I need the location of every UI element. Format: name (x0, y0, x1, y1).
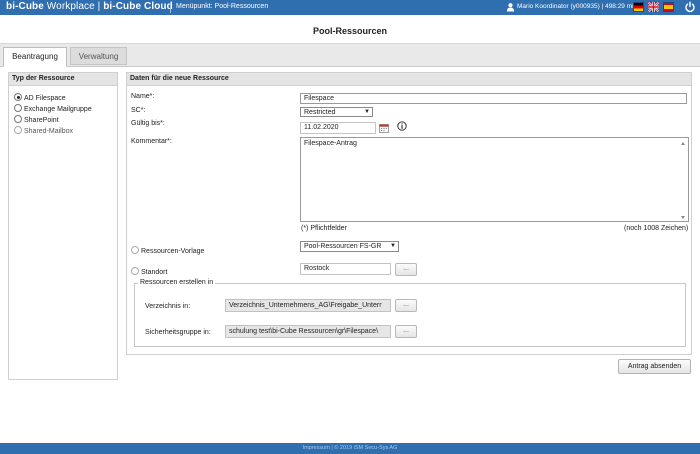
sc-select-value: Restricted (304, 109, 336, 116)
valid-until-label: Gültig bis*: (131, 120, 165, 127)
security-group-label: Sicherheitsgruppe in: (145, 329, 211, 336)
sc-label: SC*: (131, 107, 146, 114)
sc-select[interactable]: Restricted ▼ (300, 107, 373, 117)
valid-until-input[interactable]: 11.02.2020 (300, 122, 376, 134)
chevron-down-icon: ▼ (389, 242, 397, 251)
directory-input[interactable]: Verzeichnis_Unternehmens_AG\Freigabe_Unt… (225, 299, 391, 312)
location-browse-button[interactable]: ... (395, 263, 417, 276)
radio-button[interactable] (131, 267, 139, 275)
power-icon[interactable] (684, 1, 696, 13)
template-label: Ressourcen-Vorlage (141, 248, 205, 255)
resource-type-heading: Typ der Ressource (9, 73, 117, 86)
flag-de-icon[interactable] (633, 2, 644, 12)
app-brand: bi-Cube Workplace | bi-Cube Cloud (6, 1, 173, 12)
name-input[interactable]: Filespace (300, 93, 687, 104)
info-icon[interactable] (397, 121, 407, 131)
comment-text: Filespace-Antrag (304, 140, 357, 147)
page-title: Pool-Ressourcen (312, 26, 388, 36)
required-note: (*) Pflichtfelder (301, 225, 347, 232)
radio-sharepoint[interactable]: SharePoint (14, 115, 59, 125)
chevron-down-icon: ▼ (364, 109, 370, 115)
flag-es-icon[interactable] (663, 2, 674, 12)
user-info[interactable]: Mario Koordinator (y000935) | 498:29 min (517, 3, 637, 10)
brand-cloud: bi-Cube Cloud (103, 1, 173, 12)
directory-browse-button[interactable]: ... (395, 299, 417, 312)
create-in-group-label: Ressourcen erstellen in (138, 279, 216, 286)
brand-bicube: bi-Cube (6, 1, 44, 12)
chars-remaining: (noch 1008 Zeichen) (624, 225, 689, 232)
location-input[interactable]: Rostock (300, 263, 391, 275)
radio-label: AD Filespace (24, 95, 66, 102)
calendar-icon[interactable] (379, 123, 389, 133)
radio-label: Exchange Mailgruppe (24, 106, 92, 113)
form-heading: Daten für die neue Ressource (127, 73, 691, 86)
radio-template[interactable]: Ressourcen-Vorlage (131, 246, 204, 256)
tab-beantragung[interactable]: Beantragung (3, 47, 67, 67)
flag-en-icon[interactable] (648, 2, 659, 12)
footer[interactable]: Impressum | © 2019 iSM Secu-Sys AG (0, 443, 700, 454)
comment-label: Kommentar*: (131, 138, 172, 145)
security-group-input[interactable]: schulung test\bi-Cube Ressourcen\gr\File… (225, 325, 391, 338)
location-label: Standort (141, 269, 168, 276)
radio-ad-filespace[interactable]: AD Filespace (14, 93, 66, 103)
comment-textarea[interactable]: Filespace-Antrag (300, 137, 689, 222)
name-label: Name*: (131, 93, 155, 100)
radio-button[interactable] (14, 93, 22, 101)
top-bar: bi-Cube Workplace | bi-Cube Cloud Menüpu… (0, 0, 700, 15)
security-group-browse-button[interactable]: ... (395, 325, 417, 338)
menu-breadcrumb: Menüpunkt: Pool-Ressourcen (176, 3, 269, 10)
radio-button[interactable] (14, 115, 22, 123)
radio-button[interactable] (14, 104, 22, 112)
radio-location[interactable]: Standort (131, 267, 167, 277)
radio-button[interactable] (131, 246, 139, 254)
radio-label: Shared-Mailbox (24, 128, 74, 135)
radio-shared-mailbox[interactable]: Shared-Mailbox (14, 126, 73, 136)
resource-type-panel: Typ der Ressource AD Filespace Exchange … (8, 72, 118, 380)
template-select-value: Pool-Ressourcen FS-GR (304, 243, 382, 250)
directory-label: Verzeichnis in: (145, 303, 191, 310)
radio-button[interactable] (14, 126, 22, 134)
radio-exchange-mailgruppe[interactable]: Exchange Mailgruppe (14, 104, 92, 114)
brand-workplace: Workplace | (43, 1, 104, 12)
radio-label: SharePoint (24, 117, 59, 124)
menu-separator (170, 2, 171, 13)
submit-request-button[interactable]: Antrag absenden (618, 359, 691, 374)
textarea-scrollbar[interactable] (679, 139, 687, 222)
tab-verwaltung[interactable]: Verwaltung (70, 47, 127, 65)
template-select[interactable]: Pool-Ressourcen FS-GR ▼ (300, 241, 399, 252)
user-icon (506, 3, 515, 12)
